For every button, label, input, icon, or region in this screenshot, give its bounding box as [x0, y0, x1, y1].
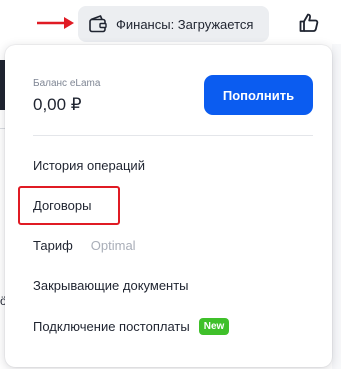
- new-badge: New: [198, 318, 230, 335]
- screen: ö Финансы: Загружается Баланс eLama 0,00…: [0, 0, 341, 369]
- menu-item-contracts[interactable]: Договоры: [33, 198, 91, 213]
- finance-button[interactable]: Финансы: Загружается: [78, 6, 269, 42]
- finance-dropdown: Баланс eLama 0,00 ₽ Пополнить История оп…: [5, 45, 332, 367]
- postpay-label: Подключение постоплаты: [33, 319, 190, 334]
- balance-value: 0,00 ₽: [33, 95, 82, 114]
- background-panel-edge: [332, 44, 341, 369]
- annotation-arrow: [37, 17, 74, 29]
- menu-item-closing-documents[interactable]: Закрывающие документы: [33, 278, 189, 293]
- topup-button[interactable]: Пополнить: [204, 75, 313, 115]
- menu-item-history[interactable]: История операций: [33, 158, 145, 173]
- thumbs-up-icon[interactable]: [297, 11, 321, 35]
- wallet-icon: [87, 13, 109, 35]
- divider: [33, 135, 313, 136]
- menu-item-tariff[interactable]: Тариф Optimal: [33, 238, 136, 253]
- tariff-value: Optimal: [90, 238, 136, 253]
- finance-button-label: Финансы: Загружается: [116, 16, 254, 32]
- tariff-label: Тариф: [33, 238, 73, 253]
- menu-item-postpay[interactable]: Подключение постоплаты New: [33, 318, 230, 335]
- balance-caption: Баланс eLama: [33, 78, 101, 89]
